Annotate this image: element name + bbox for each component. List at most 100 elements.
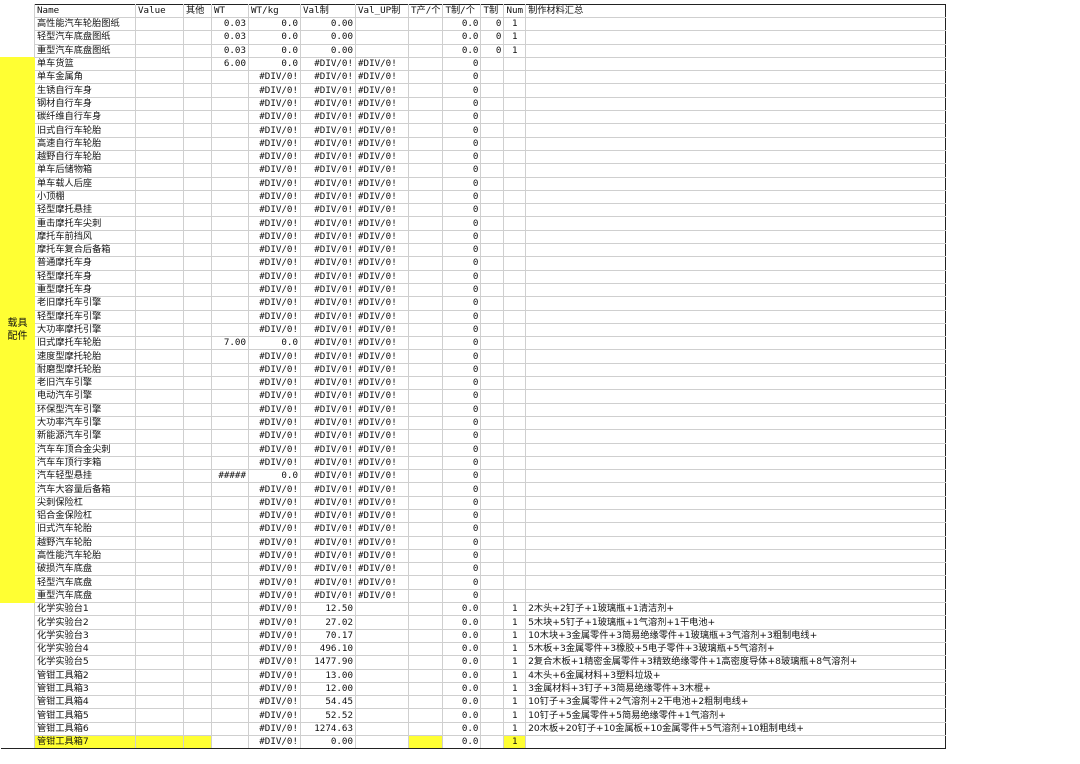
cell-val[interactable]: #DIV/0! [300,535,356,550]
cell-wt[interactable] [211,83,249,98]
cell-tz[interactable]: 0 [442,402,482,417]
cell-wtkg[interactable]: 0.0 [248,469,301,484]
cell-sum[interactable]: 5木块+5钉子+1玻璃瓶+1气溶剂+1干电池+ [525,615,947,630]
cell-val[interactable]: #DIV/0! [300,522,356,537]
cell-name[interactable]: 高性能汽车轮胎 [34,548,136,564]
cell-tz[interactable]: 0 [442,455,482,471]
cell-wt[interactable] [211,655,249,670]
cell-sum[interactable] [525,243,947,258]
cell-tp[interactable] [407,83,444,98]
cell-val[interactable]: 0.00 [300,43,356,58]
cell-t[interactable] [480,402,505,417]
cell-tp[interactable] [407,163,444,178]
cell-tz[interactable]: 0 [442,309,482,324]
cell-tz[interactable]: 0.0 [442,655,482,670]
cell-sum[interactable] [525,256,947,271]
cell-value[interactable] [135,522,184,537]
cell-other[interactable] [183,455,212,471]
cell-t[interactable] [480,296,505,311]
cell-value[interactable] [135,376,184,391]
cell-tz[interactable]: 0.0 [442,30,482,45]
cell-wtkg[interactable]: #DIV/0! [248,229,301,245]
cell-sum[interactable] [525,735,947,750]
cell-tz[interactable]: 0 [442,482,482,497]
cell-name[interactable]: 管钳工具箱2 [34,668,136,683]
cell-name[interactable]: 旧式摩托车轮胎 [34,336,136,351]
cell-sum[interactable] [525,322,947,338]
cell-wtkg[interactable]: #DIV/0! [248,508,301,524]
cell-num[interactable] [503,96,527,112]
cell-t[interactable] [480,163,505,178]
cell-valup[interactable]: #DIV/0! [355,149,409,165]
cell-value[interactable] [135,16,184,32]
cell-sum[interactable] [525,203,947,218]
cell-t[interactable] [480,495,505,510]
cell-t[interactable] [480,136,505,151]
cell-value[interactable] [135,336,184,351]
cell-tp[interactable] [407,322,444,338]
column-header-other[interactable]: 其他 [183,4,212,18]
cell-wt[interactable]: 7.00 [211,336,249,351]
cell-other[interactable] [183,216,212,231]
cell-tz[interactable]: 0 [442,535,482,550]
cell-value[interactable] [135,668,184,683]
cell-val[interactable]: 54.45 [300,695,356,710]
cell-value[interactable] [135,83,184,98]
cell-name[interactable]: 耐磨型摩托轮胎 [34,362,136,378]
cell-num[interactable]: 1 [503,655,527,670]
cell-val[interactable]: 52.52 [300,708,356,723]
cell-t[interactable] [480,429,505,444]
cell-other[interactable] [183,442,212,457]
cell-value[interactable] [135,189,184,205]
cell-t[interactable] [480,149,505,165]
cell-value[interactable] [135,681,184,697]
cell-wt[interactable] [211,482,249,497]
cell-value[interactable] [135,216,184,231]
cell-valup[interactable]: #DIV/0! [355,376,409,391]
cell-valup[interactable]: #DIV/0! [355,56,409,72]
cell-value[interactable] [135,30,184,45]
cell-other[interactable] [183,349,212,364]
cell-sum[interactable] [525,149,947,165]
cell-wt[interactable] [211,641,249,657]
cell-wtkg[interactable]: #DIV/0! [248,429,301,444]
cell-other[interactable] [183,641,212,657]
cell-wtkg[interactable]: #DIV/0! [248,562,301,577]
cell-valup[interactable]: #DIV/0! [355,123,409,138]
cell-wtkg[interactable]: #DIV/0! [248,362,301,378]
cell-tz[interactable]: 0 [442,362,482,378]
cell-wt[interactable] [211,402,249,417]
cell-wt[interactable] [211,349,249,364]
cell-name[interactable]: 高性能汽车轮胎图纸 [34,16,136,32]
cell-t[interactable] [480,229,505,245]
cell-value[interactable] [135,203,184,218]
cell-num[interactable] [503,309,527,324]
cell-wt[interactable] [211,708,249,723]
cell-value[interactable] [135,735,184,750]
cell-tz[interactable]: 0 [442,429,482,444]
cell-val[interactable]: #DIV/0! [300,70,356,85]
cell-sum[interactable] [525,96,947,112]
cell-valup[interactable]: #DIV/0! [355,482,409,497]
cell-sum[interactable] [525,123,947,138]
cell-valup[interactable]: #DIV/0! [355,256,409,271]
cell-tz[interactable]: 0 [442,282,482,298]
cell-num[interactable] [503,70,527,85]
column-header-wt[interactable]: WT [211,4,249,18]
cell-valup[interactable]: #DIV/0! [355,442,409,457]
cell-num[interactable] [503,256,527,271]
cell-sum[interactable] [525,575,947,590]
cell-valup[interactable]: #DIV/0! [355,455,409,471]
cell-valup[interactable]: #DIV/0! [355,548,409,564]
cell-name[interactable]: 管钳工具箱7 [34,735,136,750]
cell-other[interactable] [183,110,212,125]
cell-wt[interactable] [211,389,249,404]
cell-valup[interactable] [355,16,409,32]
cell-tp[interactable] [407,415,444,431]
cell-tz[interactable]: 0.0 [442,681,482,697]
cell-num[interactable] [503,535,527,550]
cell-num[interactable] [503,349,527,364]
cell-sum[interactable] [525,296,947,311]
cell-tp[interactable] [407,362,444,378]
cell-sum[interactable] [525,362,947,378]
